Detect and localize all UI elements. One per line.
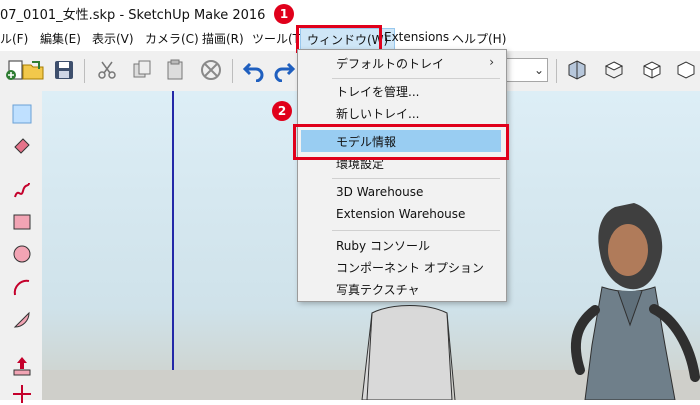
menu-item-manage-trays[interactable]: トレイを管理...: [298, 80, 506, 102]
toolbar-separator: [232, 59, 233, 83]
window-title: 07_0101_女性.skp - SketchUp Make 2016: [0, 8, 266, 23]
push-pull-tool-icon[interactable]: [11, 355, 33, 377]
rectangle-tool-icon[interactable]: [11, 211, 33, 233]
top-view-icon[interactable]: [602, 58, 626, 82]
title-bar: 07_0101_女性.skp - SketchUp Make 2016: [0, 0, 700, 25]
menu-camera[interactable]: カメラ(C): [145, 30, 199, 47]
chevron-right-icon: ›: [489, 55, 494, 69]
step-1-badge: 1: [274, 4, 294, 24]
menu-edit[interactable]: 編集(E): [40, 30, 81, 47]
menu-help[interactable]: ヘルプ(H): [452, 30, 506, 47]
menu-item-extension-warehouse[interactable]: Extension Warehouse: [298, 204, 506, 226]
blue-axis-line: [172, 91, 174, 400]
toolbar-separator: [84, 59, 85, 83]
front-view-icon[interactable]: [640, 58, 664, 82]
menu-item-ruby-console[interactable]: Ruby コンソール: [298, 234, 506, 256]
right-view-icon[interactable]: [674, 58, 698, 82]
menu-file[interactable]: ル(F): [0, 30, 28, 47]
menu-separator: [332, 178, 500, 179]
menu-item-new-tray[interactable]: 新しいトレイ...: [298, 102, 506, 124]
freehand-tool-icon[interactable]: [11, 179, 33, 201]
menu-item-3d-warehouse[interactable]: 3D Warehouse: [298, 182, 506, 204]
window-menu-dropdown: デフォルトのトレイ › トレイを管理... 新しいトレイ... モデル情報 環境…: [297, 49, 507, 302]
menu-item-photo-texture[interactable]: 写真テクスチャ: [298, 278, 506, 300]
pie-tool-icon[interactable]: [11, 309, 33, 331]
open-icon[interactable]: [21, 58, 45, 82]
person-figure-background: [361, 305, 456, 400]
move-tool-icon[interactable]: [11, 383, 33, 405]
undo-icon[interactable]: [242, 58, 266, 82]
iso-view-icon[interactable]: [565, 58, 589, 82]
menu-extensions[interactable]: Extensions: [384, 30, 449, 44]
menu-separator: [332, 78, 500, 79]
copy-icon[interactable]: [130, 58, 154, 82]
menu-item-component-options[interactable]: コンポーネント オプション: [298, 256, 506, 278]
toolbar-separator: [556, 59, 557, 83]
person-figure-woman: [570, 203, 700, 400]
redo-icon[interactable]: [272, 58, 296, 82]
menu-item-default-tray[interactable]: デフォルトのトレイ ›: [298, 52, 506, 74]
menu-view[interactable]: 表示(V): [92, 30, 134, 47]
cut-icon[interactable]: [95, 58, 119, 82]
left-toolbar: [0, 91, 43, 403]
circle-tool-icon[interactable]: [11, 243, 33, 265]
highlight-box-model-info: [293, 124, 509, 160]
arc-tool-icon[interactable]: [11, 277, 33, 299]
style-dropdown[interactable]: ⌄: [500, 58, 548, 82]
select-tool-icon[interactable]: [11, 103, 33, 125]
chevron-down-icon: ⌄: [533, 63, 544, 77]
menu-draw[interactable]: 描画(R): [202, 30, 244, 47]
paste-icon[interactable]: [163, 58, 187, 82]
save-icon[interactable]: [52, 58, 76, 82]
step-2-badge: 2: [272, 101, 292, 121]
menu-separator: [332, 230, 500, 231]
erase-icon[interactable]: [199, 58, 223, 82]
eraser-tool-icon[interactable]: [11, 133, 33, 155]
